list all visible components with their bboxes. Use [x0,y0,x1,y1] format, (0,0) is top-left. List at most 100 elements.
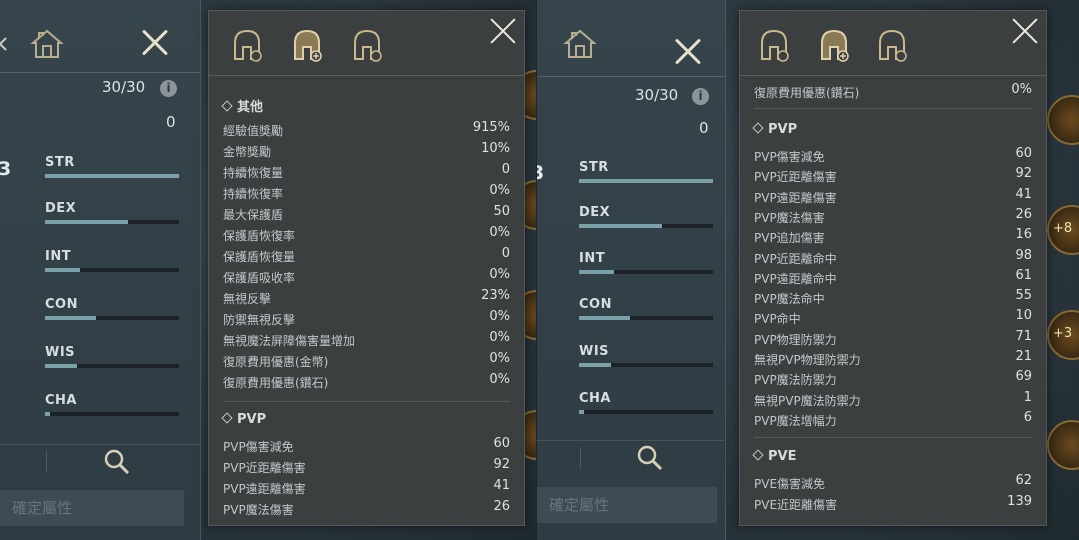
stat-key: PVE近距離傷害 [754,498,838,512]
search-row [0,444,200,479]
stat-bar [579,179,713,183]
detail-panel: 其他 經驗值獎勵 915% 金幣獎勵 10% 持續恢復量 0 持續恢復率 0% 最大保護盾 50 保… [208,10,525,526]
stat-key: 經驗值獎勵 [223,124,284,138]
stat-topbar [0,0,200,72]
stat-line: 無視魔法屏障傷害量增加 0% [223,329,510,350]
stat-key: 金幣獎勵 [223,145,272,159]
stat-value: 69 [1015,369,1032,385]
stat-row-int: INT [45,249,179,273]
stat-bar-fill [45,412,51,416]
confirm-stats-button[interactable]: 確定屬性 [0,490,184,526]
close-button[interactable] [140,28,170,58]
section-title: PVP [221,412,266,427]
stat-line: 保護盾恢復量 0 [223,245,510,266]
stat-value: 41 [493,478,510,493]
stat-line: 無視反擊 23% [223,287,510,308]
helmet-plus-icon[interactable] [816,25,852,65]
stat-label: CON [579,297,612,312]
stat-line: 經驗值獎勵 915% [223,119,510,140]
magnifier-icon[interactable] [102,447,132,477]
stat-key: 無視反擊 [223,292,272,306]
close-button[interactable] [488,17,518,47]
stat-line: 無視PVP物理防禦力 21 [754,348,1032,369]
stat-label: DEX [579,205,611,220]
stat-key: PVP命中 [754,312,801,327]
stat-row-wis: WIS [45,345,179,369]
magnifier-icon[interactable] [635,443,665,473]
stat-value: 0% [489,309,510,324]
stat-row-int: INT [579,251,713,275]
stat-bar [45,220,179,224]
stat-line: 金幣獎勵 10% [223,140,510,161]
confirm-stats-button[interactable]: 確定屬性 [537,487,717,523]
stat-value: 0% [489,372,510,387]
divider [46,451,47,473]
stat-line: PVP傷害減免 60 [223,435,510,456]
helmet-plus-icon[interactable] [289,25,325,65]
house-button[interactable] [561,26,599,62]
stat-row-dex: DEX [45,201,179,225]
stat-label: INT [45,249,72,264]
stat-line: 防禦無視反擊 0% [223,308,510,329]
info-icon[interactable]: i [160,80,177,97]
stat-key: PVP物理防禦力 [754,332,837,347]
stat-key: PVP魔法防禦力 [754,373,837,388]
stat-label: WIS [579,344,610,359]
stat-bar-fill [45,316,96,320]
house-button[interactable] [28,26,66,62]
bonus-value: 0 [166,113,176,131]
stat-label: CHA [45,393,77,408]
stat-bar [579,410,713,414]
stat-line: PVP命中 10 [754,307,1032,328]
stat-bar [45,364,179,368]
level-digit: 3 [0,158,12,180]
stat-value: 23% [481,288,510,303]
stat-bar-fill [579,270,614,274]
close-button[interactable] [1010,17,1040,47]
helmet-shield-icon[interactable] [349,25,385,65]
stat-value: 62 [1015,473,1032,488]
stat-bar [45,316,179,320]
section-title: PVE [752,449,796,464]
arrow-left-icon[interactable] [0,36,12,52]
stat-line: PVP魔法命中 55 [754,287,1032,308]
stat-key: PVP傷害減免 [223,440,294,454]
stat-row-str: STR [579,160,713,184]
detail-header [740,11,1046,76]
stat-line: 保護盾恢復率 0% [223,224,510,245]
stat-value: 0% [489,267,510,282]
info-icon[interactable]: i [692,88,709,105]
stat-key: 復原費用優惠(鑽石) [223,376,329,390]
stat-key: 最大保護盾 [223,208,284,222]
stat-key: PVP遠距離傷害 [223,482,306,496]
stat-panel: 30/30 i 0 3 STR DEX INT CON WIS CHA 確定屬性 [0,0,201,540]
stat-panel: 30/30 i 0 3 STR DEX INT CON WIS CHA 確定屬性 [537,0,726,540]
stat-bar-fill [45,220,129,224]
stat-key: PVP近距離傷害 [223,461,306,475]
stat-value: 16 [1015,227,1032,243]
stat-bar [579,316,713,320]
stat-line: PVP近距離傷害 92 [754,165,1032,186]
stat-key: 復原費用優惠(金幣) [223,355,329,369]
stat-row-dex: DEX [579,205,713,229]
helmet-shield-icon[interactable] [874,25,910,65]
section-title: PVP [752,122,797,137]
stat-row-con: CON [579,297,713,321]
stat-key: 保護盾吸收率 [223,271,296,285]
stat-value: 0% [489,351,510,366]
helmet-gear-icon[interactable] [229,25,265,65]
stat-line: PVP魔法傷害 26 [754,206,1032,227]
stat-value: 0% [489,225,510,240]
stat-label: STR [579,160,609,175]
stat-label: DEX [45,201,77,216]
stat-line: PVP遠距離命中 61 [754,267,1032,288]
stat-key: PVP魔法增幅力 [754,413,837,428]
stat-line: PVP近距離命中 98 [754,247,1032,268]
close-button[interactable] [673,37,703,67]
stat-key: 無視PVP物理防禦力 [754,353,861,367]
helmet-gear-icon[interactable] [756,25,792,65]
stat-label: WIS [45,345,76,360]
stat-line: PVP追加傷害 16 [754,226,1032,247]
stat-line: 最大保護盾 50 [223,203,510,224]
stat-value: 92 [1015,166,1032,182]
